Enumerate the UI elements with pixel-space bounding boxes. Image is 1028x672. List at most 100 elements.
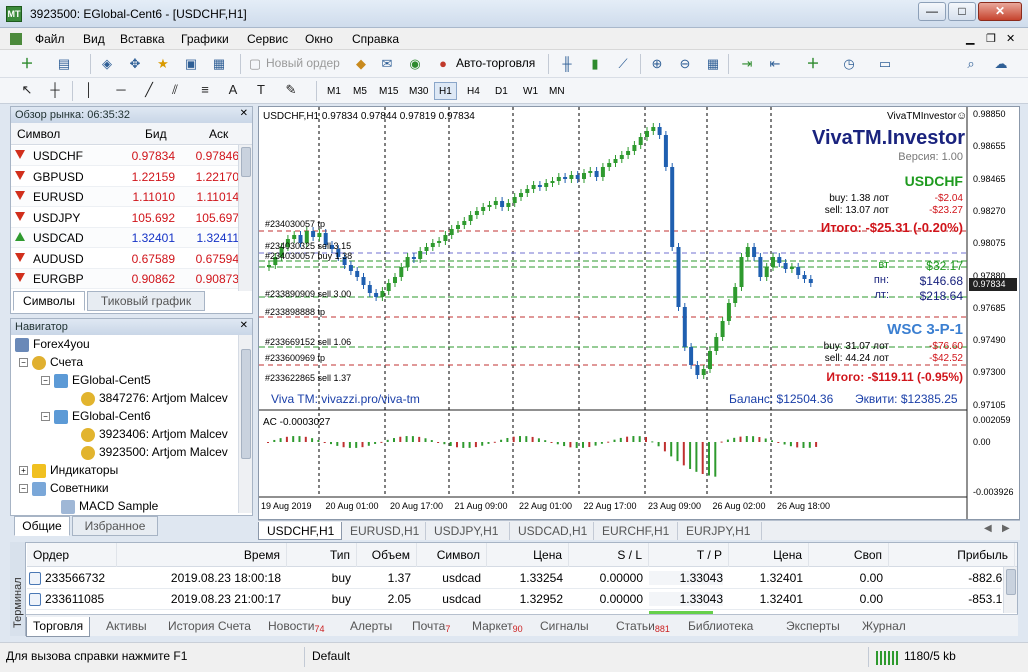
viva-link[interactable]: Viva TM: vivazzi.pro/viva-tm bbox=[271, 392, 420, 406]
collapse-icon[interactable]: − bbox=[19, 484, 28, 494]
tf-m15[interactable]: M15 bbox=[374, 82, 403, 100]
auto-trading-button[interactable]: Авто-торговля bbox=[456, 56, 535, 70]
new-chart-icon[interactable]: ＋ bbox=[18, 55, 36, 73]
zoom-in-icon[interactable]: ⊕ bbox=[648, 55, 666, 73]
tab-scroll-right-icon[interactable]: ▶ bbox=[1002, 523, 1010, 534]
terminal-tab-3[interactable]: Новости74 bbox=[262, 617, 330, 637]
collapse-icon[interactable]: − bbox=[41, 376, 50, 386]
tab-favorites[interactable]: Избранное bbox=[72, 516, 158, 536]
terminal-col-5[interactable]: Цена bbox=[487, 543, 569, 567]
table-row[interactable]: 233611085 2019.08.23 21:00:17 buy 2.05 usdca… bbox=[27, 589, 1009, 610]
col-symbol[interactable]: Символ bbox=[17, 127, 60, 141]
tree-broker[interactable]: Forex4you bbox=[15, 337, 90, 352]
market-row-usdjpy[interactable]: USDJPY 105.692 105.697 bbox=[11, 208, 243, 228]
tf-mn[interactable]: MN bbox=[544, 82, 570, 100]
menu-charts[interactable]: Графики bbox=[181, 32, 229, 46]
minimize-button[interactable]: — bbox=[918, 2, 946, 21]
tab-symbols[interactable]: Символы bbox=[13, 291, 85, 311]
chart-tab-eurusd[interactable]: EURUSD,H1 bbox=[342, 522, 426, 540]
market-watch-icon[interactable]: ◈ bbox=[98, 55, 116, 73]
vertical-line-icon[interactable]: │ bbox=[80, 81, 98, 99]
tree-macd-sample[interactable]: MACD Sample bbox=[61, 499, 158, 514]
expand-icon[interactable]: + bbox=[19, 466, 28, 476]
tf-m5[interactable]: M5 bbox=[348, 82, 372, 100]
chart-shift-icon[interactable]: ⇤ bbox=[766, 55, 784, 73]
terminal-col-3[interactable]: Объем bbox=[357, 543, 417, 567]
profiles-icon[interactable]: ▤ bbox=[55, 55, 73, 73]
autoscroll-icon[interactable]: ⇥ bbox=[738, 55, 756, 73]
candles-icon[interactable]: ▮ bbox=[586, 55, 604, 73]
col-ask[interactable]: Аск bbox=[209, 127, 228, 141]
navigator-icon[interactable]: ★ bbox=[154, 55, 172, 73]
crosshair-nav-icon[interactable]: ✥ bbox=[126, 55, 144, 73]
tab-scroll-left-icon[interactable]: ◀ bbox=[984, 523, 992, 534]
menu-window[interactable]: Окно bbox=[305, 32, 333, 46]
auto-trading-icon[interactable]: ● bbox=[434, 55, 452, 73]
terminal-tab-9[interactable]: Библиотека bbox=[682, 617, 759, 637]
terminal-tab-6[interactable]: Маркет90 bbox=[466, 617, 529, 637]
terminal-scrollbar[interactable] bbox=[1003, 567, 1017, 613]
tf-m30[interactable]: M30 bbox=[404, 82, 433, 100]
tree-account-3923500[interactable]: 3923500: Artjom Malcev bbox=[81, 445, 228, 460]
tree-indicators[interactable]: + Индикаторы bbox=[19, 463, 118, 478]
cursor-icon[interactable]: ↖ bbox=[18, 81, 36, 99]
terminal-col-1[interactable]: Время bbox=[117, 543, 287, 567]
terminal-col-9[interactable]: Своп bbox=[809, 543, 889, 567]
zoom-out-icon[interactable]: ⊖ bbox=[676, 55, 694, 73]
chart-tab-usdjpy[interactable]: USDJPY,H1 bbox=[426, 522, 510, 540]
terminal-tab-7[interactable]: Сигналы bbox=[534, 617, 595, 637]
tab-tick-chart[interactable]: Тиковый график bbox=[87, 291, 205, 311]
shapes-icon[interactable]: ✎ bbox=[282, 81, 300, 99]
tile-windows-icon[interactable]: ▦ bbox=[704, 55, 722, 73]
terminal-tab-11[interactable]: Журнал bbox=[856, 617, 912, 637]
chart-tab-usdcad[interactable]: USDCAD,H1 bbox=[510, 522, 594, 540]
market-row-eurgbp[interactable]: EURGBP 0.90862 0.90873 bbox=[11, 269, 243, 289]
navigator-scrollbar[interactable] bbox=[238, 335, 252, 513]
terminal-tab-10[interactable]: Эксперты bbox=[780, 617, 846, 637]
panel-close-icon[interactable]: ✕ bbox=[240, 108, 248, 119]
maximize-button[interactable]: □ bbox=[948, 2, 976, 21]
chat-icon[interactable]: ☁ bbox=[992, 55, 1010, 73]
terminal-col-7[interactable]: T / P bbox=[649, 543, 729, 567]
terminal-tab-5[interactable]: Почта7 bbox=[406, 617, 456, 637]
terminal-col-8[interactable]: Цена bbox=[729, 543, 809, 567]
close-button[interactable]: ✕ bbox=[978, 2, 1022, 21]
col-bid[interactable]: Бид bbox=[145, 127, 167, 141]
terminal-col-0[interactable]: Ордер bbox=[27, 543, 117, 567]
tf-d1[interactable]: D1 bbox=[490, 82, 513, 100]
metaeditor-icon[interactable]: ◆ bbox=[352, 55, 370, 73]
collapse-icon[interactable]: − bbox=[19, 358, 28, 368]
tree-account-3923406[interactable]: 3923406: Artjom Malcev bbox=[81, 427, 228, 442]
tf-m1[interactable]: M1 bbox=[322, 82, 346, 100]
crosshair-icon[interactable]: ┼ bbox=[46, 81, 64, 99]
collapse-icon[interactable]: − bbox=[41, 412, 50, 422]
new-order-button[interactable]: Новый ордер bbox=[266, 56, 340, 70]
text-icon[interactable]: A bbox=[224, 81, 242, 99]
terminal-tab-8[interactable]: Статьи881 bbox=[610, 617, 676, 637]
fibo-icon[interactable]: ≡ bbox=[196, 81, 214, 99]
trendline-icon[interactable]: ╱ bbox=[140, 81, 158, 99]
market-row-gbpusd[interactable]: GBPUSD 1.22159 1.22170 bbox=[11, 167, 243, 187]
terminal-tab-4[interactable]: Алерты bbox=[344, 617, 398, 637]
radio-icon[interactable]: ◉ bbox=[406, 55, 424, 73]
terminal-tab-2[interactable]: История Счета bbox=[162, 617, 257, 637]
channel-icon[interactable]: ⫽ bbox=[166, 81, 184, 99]
templates-icon[interactable]: ▭ bbox=[876, 55, 894, 73]
indicators-icon[interactable]: ＋ bbox=[804, 55, 822, 73]
tree-accounts[interactable]: − Счета bbox=[19, 355, 83, 370]
terminal-icon[interactable]: ▣ bbox=[182, 55, 200, 73]
tf-h4[interactable]: H4 bbox=[462, 82, 485, 100]
line-chart-icon[interactable]: ⟋ bbox=[614, 55, 632, 73]
periods-clock-icon[interactable]: ◷ bbox=[840, 55, 858, 73]
price-chart[interactable] bbox=[259, 107, 1019, 519]
label-icon[interactable]: T bbox=[252, 81, 270, 99]
market-row-usdchf[interactable]: USDCHF 0.97834 0.97846 bbox=[11, 146, 243, 166]
chart-window[interactable]: USDCHF,H1 0.97834 0.97844 0.97819 0.9783… bbox=[258, 106, 1020, 520]
terminal-tab-0[interactable]: Торговля bbox=[26, 617, 91, 637]
terminal-tab-1[interactable]: Активы bbox=[100, 617, 153, 637]
market-row-audusd[interactable]: AUDUSD 0.67589 0.67594 bbox=[11, 249, 243, 269]
tester-icon[interactable]: ▦ bbox=[210, 55, 228, 73]
search-icon[interactable]: ⌕ bbox=[962, 55, 980, 73]
market-row-eurusd[interactable]: EURUSD 1.11010 1.11014 bbox=[11, 187, 243, 207]
terminal-col-6[interactable]: S / L bbox=[569, 543, 649, 567]
